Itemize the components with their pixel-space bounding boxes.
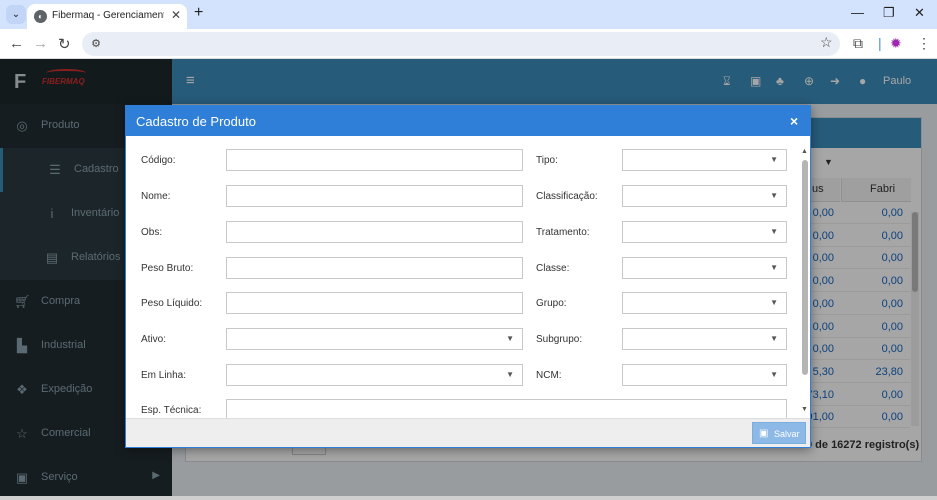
site-info-icon[interactable]: ⚙ [88, 36, 104, 52]
chevron-down-icon: ▼ [770, 334, 778, 343]
modal-footer: ▣ Salvar [126, 418, 810, 447]
browser-tab[interactable]: ◐ Fibermaq - Gerenciamento Adm ✕ [27, 4, 187, 29]
floppy-disk-icon: ▣ [759, 428, 769, 439]
forward-button[interactable]: → [33, 35, 48, 52]
field-label-tipo: Tipo: [536, 155, 558, 166]
save-button[interactable]: ▣ Salvar [752, 422, 806, 444]
modal-body: Código: Nome: Obs: Peso Bruto: Peso Líqu… [126, 136, 810, 418]
field-label-peso-liquido: Peso Líquido: [141, 298, 203, 309]
chevron-down-icon: ▼ [770, 227, 778, 236]
chevron-down-icon: ▼ [506, 370, 514, 379]
toolbar-divider: | [878, 35, 882, 51]
reload-button[interactable]: ↻ [58, 35, 71, 53]
field-label-tratamento: Tratamento: [536, 227, 590, 238]
field-label-obs: Obs: [141, 227, 163, 238]
tab-title: Fibermaq - Gerenciamento Adm [52, 10, 164, 21]
field-label-esp-tecnica: Esp. Técnica: [141, 405, 202, 416]
chevron-down-icon: ▼ [770, 298, 778, 307]
taskbar-edge [0, 496, 937, 500]
tab-list-button[interactable]: ⌄ [6, 5, 26, 24]
extensions-icon[interactable]: ⧉ [853, 35, 863, 52]
scroll-down-icon[interactable]: ▼ [801, 406, 808, 413]
chevron-down-icon: ▼ [770, 191, 778, 200]
codigo-input[interactable] [226, 149, 523, 171]
ativo-select[interactable]: ▼ [226, 328, 523, 350]
window-close-button[interactable]: ✕ [914, 5, 925, 21]
field-label-grupo: Grupo: [536, 298, 567, 309]
modal-scrollbar[interactable]: ▲ ▼ [801, 148, 809, 416]
field-label-em-linha: Em Linha: [141, 370, 187, 381]
browser-menu-icon[interactable]: ⋮ [917, 35, 931, 52]
nome-input[interactable] [226, 185, 523, 207]
chevron-down-icon: ▼ [506, 334, 514, 343]
chevron-down-icon: ▼ [770, 263, 778, 272]
tipo-select[interactable]: ▼ [622, 149, 787, 171]
modal-header: Cadastro de Produto × [126, 106, 810, 136]
field-label-nome: Nome: [141, 191, 171, 202]
chevron-down-icon: ▼ [770, 370, 778, 379]
restore-button[interactable]: ❐ [883, 5, 895, 21]
favicon-icon: ◐ [34, 10, 47, 23]
field-label-ncm: NCM: [536, 370, 562, 381]
esp-tecnica-input[interactable] [226, 399, 787, 418]
peso-liquido-input[interactable] [226, 292, 523, 314]
grupo-select[interactable]: ▼ [622, 292, 787, 314]
classificacao-select[interactable]: ▼ [622, 185, 787, 207]
scroll-up-icon[interactable]: ▲ [801, 148, 808, 155]
tratamento-select[interactable]: ▼ [622, 221, 787, 243]
field-label-subgrupo: Subgrupo: [536, 334, 583, 345]
save-button-label: Salvar [774, 429, 800, 439]
modal-title: Cadastro de Produto [136, 114, 256, 129]
field-label-classe: Classe: [536, 263, 570, 274]
ncm-select[interactable]: ▼ [622, 364, 787, 386]
app-root: F FIBERMAQ ◎ Produto ☰ Cadastro i Invent… [0, 59, 937, 500]
new-tab-button[interactable]: + [194, 4, 203, 22]
obs-input[interactable] [226, 221, 523, 243]
tab-close-icon[interactable]: ✕ [171, 8, 181, 22]
extension-sun-icon[interactable]: ✹ [890, 35, 902, 52]
field-label-codigo: Código: [141, 155, 176, 166]
classe-select[interactable]: ▼ [622, 257, 787, 279]
modal-scroll-thumb[interactable] [802, 160, 808, 375]
minimize-button[interactable]: — [851, 5, 864, 20]
bookmark-star-icon[interactable]: ☆ [820, 34, 833, 51]
close-icon[interactable]: × [790, 113, 798, 129]
peso-bruto-input[interactable] [226, 257, 523, 279]
subgrupo-select[interactable]: ▼ [622, 328, 787, 350]
browser-toolbar: ← → ↻ ⚙ ☆ ⧉ | ✹ ⋮ [0, 29, 937, 59]
back-button[interactable]: ← [9, 35, 24, 52]
product-register-modal: Cadastro de Produto × Código: Nome: Obs:… [125, 105, 811, 448]
browser-tab-bar: ⌄ ◐ Fibermaq - Gerenciamento Adm ✕ + — ❐… [0, 0, 937, 29]
chevron-down-icon: ▼ [770, 155, 778, 164]
field-label-classificacao: Classificação: [536, 191, 598, 202]
address-bar[interactable]: ⚙ ☆ [82, 32, 840, 56]
field-label-ativo: Ativo: [141, 334, 167, 345]
field-label-peso-bruto: Peso Bruto: [141, 263, 194, 274]
em-linha-select[interactable]: ▼ [226, 364, 523, 386]
